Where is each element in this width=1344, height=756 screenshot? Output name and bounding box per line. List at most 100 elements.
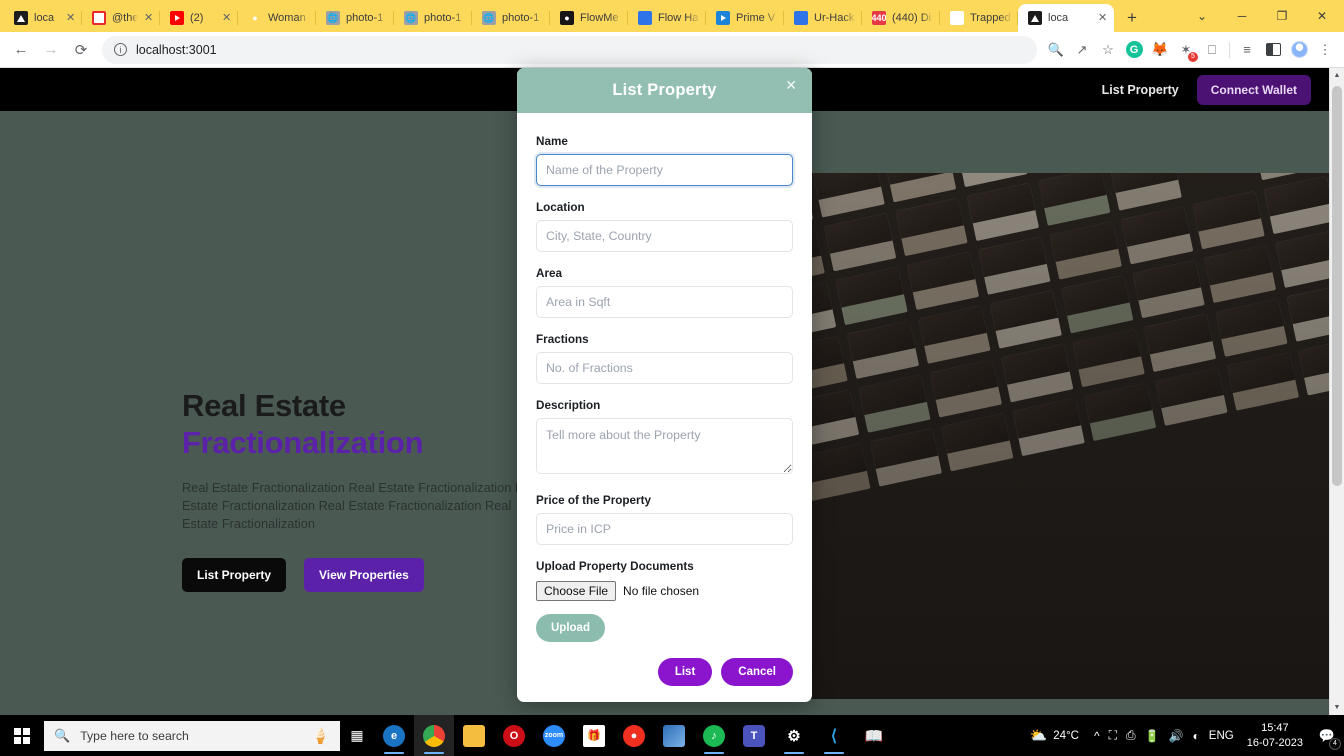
page-scrollbar[interactable]: ▲ ▼ <box>1329 68 1344 715</box>
tab-close-icon[interactable]: ✕ <box>144 12 154 24</box>
close-window-button[interactable]: ✕ <box>1302 0 1342 32</box>
taskbar-app-gift[interactable]: 🎁 <box>574 715 614 756</box>
taskbar-clock[interactable]: 15:47 16-07-2023 <box>1243 721 1307 749</box>
fractions-input[interactable] <box>536 352 793 384</box>
list-property-modal: List Property ✕ Name Location Area Fract… <box>517 68 812 702</box>
browser-tab[interactable]: 🌐 photo-1 <box>316 4 394 32</box>
screen-record-icon[interactable]: ⛶ <box>1109 728 1117 743</box>
file-input-row[interactable]: Choose File No file chosen <box>536 581 793 601</box>
browser-tab[interactable]: n @the ✕ <box>82 4 160 32</box>
hero-title: Real Estate Fractionalization <box>182 388 542 462</box>
upload-button[interactable]: Upload <box>536 614 605 642</box>
browser-tab[interactable]: 🌐 photo-1 <box>472 4 550 32</box>
browser-tab[interactable]: G Trapped <box>940 4 1018 32</box>
tab-close-icon[interactable]: ✕ <box>222 12 232 24</box>
list-button[interactable]: List <box>657 658 713 686</box>
field-label-price: Price of the Property <box>536 494 651 507</box>
field-area: Area <box>536 267 793 318</box>
close-icon[interactable]: ✕ <box>782 75 800 95</box>
taskbar-app-vscode[interactable]: ⟨ <box>814 715 854 756</box>
taskbar-app-zoom[interactable]: zoom <box>534 715 574 756</box>
taskbar-app-store[interactable]: 📖 <box>854 715 894 756</box>
split-screen-icon[interactable] <box>1260 37 1286 63</box>
description-textarea[interactable] <box>536 418 793 474</box>
tab-close-icon[interactable]: ✕ <box>66 12 76 24</box>
taskbar-app-file-explorer[interactable] <box>454 715 494 756</box>
taskbar-app-settings[interactable]: ⚙ <box>774 715 814 756</box>
extensions-puzzle-icon[interactable]: ✶ 5 <box>1173 37 1199 63</box>
grammarly-icon[interactable]: G <box>1121 37 1147 63</box>
browser-tab[interactable]: loca ✕ <box>4 4 82 32</box>
edge-tray-icon[interactable]: ⎙ <box>1126 728 1136 743</box>
maximize-button[interactable]: ❐ <box>1262 0 1302 32</box>
scrollbar-thumb[interactable] <box>1332 86 1342 486</box>
modal-body: Name Location Area Fractions Description… <box>517 113 812 658</box>
zoom-out-icon[interactable]: 🔍 <box>1043 37 1069 63</box>
globe-icon: 🌐 <box>404 11 418 25</box>
browser-tab-active[interactable]: loca ✕ <box>1018 4 1114 32</box>
opera-gx-icon: ● <box>623 724 645 747</box>
taskbar-app-opera[interactable]: O <box>494 715 534 756</box>
scroll-up-arrow-icon[interactable]: ▲ <box>1330 68 1344 83</box>
area-input[interactable] <box>536 286 793 318</box>
share-icon[interactable]: ↗ <box>1069 37 1095 63</box>
collections-icon[interactable]: ⎕ <box>1199 37 1225 63</box>
file-explorer-icon <box>463 724 485 747</box>
taskbar-app-edge[interactable]: e <box>374 715 414 756</box>
taskbar-app-teams[interactable]: T <box>734 715 774 756</box>
browser-tab[interactable]: 440 (440) Di <box>862 4 940 32</box>
nav-list-property-link[interactable]: List Property <box>1102 83 1179 97</box>
zoom-icon: zoom <box>543 724 565 747</box>
name-input[interactable] <box>536 154 793 186</box>
site-info-icon[interactable]: i <box>114 43 127 56</box>
minimize-button[interactable]: ─ <box>1222 0 1262 32</box>
metamask-icon[interactable]: 🦊 <box>1147 37 1173 63</box>
tab-title: photo-1 <box>424 12 462 24</box>
volume-icon[interactable]: 🔊 <box>1169 729 1184 743</box>
reading-list-icon[interactable]: ≡ <box>1234 37 1260 63</box>
browser-tab[interactable]: 🌐 photo-1 <box>394 4 472 32</box>
browser-tab[interactable]: Flow Ha <box>628 4 706 32</box>
tab-close-icon[interactable]: ✕ <box>1098 12 1108 24</box>
language-indicator[interactable]: ENG <box>1209 730 1234 742</box>
location-input[interactable] <box>536 220 793 252</box>
taskbar-app-opera-gx[interactable]: ● <box>614 715 654 756</box>
new-tab-button[interactable]: + <box>1118 4 1146 32</box>
notification-center-icon[interactable]: 💬 4 <box>1316 725 1341 750</box>
browser-tab[interactable]: Prime V <box>706 4 784 32</box>
tab-strip: loca ✕ n @the ✕ (2) ✕ ● Woman 🌐 photo-1 … <box>0 0 1344 32</box>
choose-file-button[interactable]: Choose File <box>536 581 617 601</box>
price-input[interactable] <box>536 513 793 545</box>
wifi-icon[interactable]: ◐ <box>1193 729 1200 743</box>
taskbar-search-box[interactable]: 🔍 Type here to search 🍦 <box>44 720 340 751</box>
taskbar-app-chrome[interactable] <box>414 715 454 756</box>
browser-tab[interactable]: ● FlowMe <box>550 4 628 32</box>
bookmark-star-icon[interactable]: ☆ <box>1095 37 1121 63</box>
hero-list-property-button[interactable]: List Property <box>182 558 287 593</box>
back-button[interactable]: ← <box>6 35 36 65</box>
chrome-menu-icon[interactable]: ⋮ <box>1312 37 1338 63</box>
browser-tab[interactable]: ● Woman <box>238 4 316 32</box>
browser-tab[interactable]: (2) ✕ <box>160 4 238 32</box>
taskbar-app-photos[interactable] <box>654 715 694 756</box>
address-bar[interactable]: i localhost:3001 <box>102 35 1037 64</box>
browser-tab[interactable]: Ur-Hack <box>784 4 862 32</box>
scroll-down-arrow-icon[interactable]: ▼ <box>1330 700 1344 715</box>
weather-widget[interactable]: ⛅ 24°C <box>1030 727 1079 744</box>
window-controls: ⌄ ─ ❐ ✕ <box>1182 0 1344 32</box>
edge-icon: e <box>383 724 405 747</box>
forward-button[interactable]: → <box>36 35 66 65</box>
cancel-button[interactable]: Cancel <box>721 658 793 686</box>
taskbar-app-spotify[interactable]: ♪ <box>694 715 734 756</box>
hero-paragraph: Real Estate Fractionalization Real Estat… <box>182 479 542 532</box>
task-view-button[interactable]: ▦ <box>340 715 374 756</box>
connect-wallet-button[interactable]: Connect Wallet <box>1196 74 1311 105</box>
chevron-up-icon[interactable]: ^ <box>1094 729 1100 743</box>
battery-icon[interactable]: 🔋 <box>1145 729 1160 743</box>
profile-avatar-icon[interactable] <box>1286 37 1312 63</box>
reload-button[interactable]: ⟳ <box>66 35 96 65</box>
hero-view-properties-button[interactable]: View Properties <box>304 558 424 593</box>
tab-search-chevron-icon[interactable]: ⌄ <box>1182 0 1222 32</box>
start-button[interactable] <box>0 715 44 756</box>
hero-title-line1: Real Estate <box>182 388 346 423</box>
